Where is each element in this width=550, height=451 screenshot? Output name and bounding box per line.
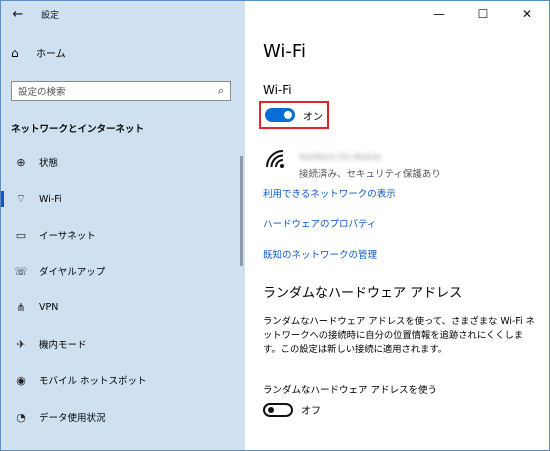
airplane-icon: ✈: [16, 337, 26, 351]
hardware-properties-link[interactable]: ハードウェアのプロパティ: [263, 216, 376, 230]
page-title: Wi-Fi: [263, 41, 306, 62]
wifi-toggle-label: オン: [303, 111, 323, 123]
minimize-button[interactable]: —: [417, 1, 461, 27]
search-placeholder: 設定の検索: [18, 87, 66, 98]
home-label: ホーム: [36, 49, 66, 60]
maximize-button[interactable]: ☐: [461, 1, 505, 27]
sidebar-item-vpn[interactable]: ⋔ VPN: [1, 296, 245, 318]
data-usage-icon: ◔: [16, 410, 26, 424]
sidebar-item-label: イーサネット: [39, 231, 96, 242]
network-name: NetWork-5G-Mobile: [299, 153, 382, 163]
sidebar-item-airplane-mode[interactable]: ✈ 機内モード: [1, 333, 245, 355]
ethernet-icon: ▭: [15, 228, 27, 242]
home-icon: ⌂: [11, 45, 19, 60]
show-available-networks-link[interactable]: 利用できるネットワークの表示: [263, 186, 396, 200]
sidebar-item-label: VPN: [39, 301, 59, 313]
sidebar-item-label: データ使用状況: [39, 413, 106, 424]
window-title: 設定: [41, 10, 60, 21]
sidebar-item-status[interactable]: ⊕ 状態: [1, 151, 245, 173]
settings-window: ← 設定 ⌂ ホーム 設定の検索 ⌕ ネットワークとインターネット ⊕ 状態 ⌔…: [0, 0, 550, 451]
random-address-toggle-state: オフ: [301, 406, 321, 417]
vpn-icon: ⋔: [16, 300, 26, 314]
sidebar-item-label: Wi-Fi: [39, 193, 62, 205]
network-text: NetWork-5G-Mobile 接続済み、セキュリティ保護あり: [299, 149, 441, 180]
random-address-toggle-title: ランダムなハードウェア アドレスを使う: [263, 385, 438, 396]
network-status: 接続済み、セキュリティ保護あり: [299, 169, 441, 180]
connected-network[interactable]: NetWork-5G-Mobile 接続済み、セキュリティ保護あり: [265, 149, 441, 180]
toggle-knob: [284, 111, 292, 119]
window-controls: — ☐ ✕: [417, 1, 549, 27]
sidebar-item-label: モバイル ホットスポット: [39, 376, 147, 387]
wifi-heading: Wi-Fi: [263, 83, 292, 97]
sidebar: ← 設定 ⌂ ホーム 設定の検索 ⌕ ネットワークとインターネット ⊕ 状態 ⌔…: [1, 1, 245, 450]
wifi-signal-icon: [265, 149, 289, 180]
dialup-icon: ☏: [14, 264, 28, 278]
random-address-description: ランダムなハードウェア アドレスを使って、さまざまな Wi-Fi ネットワークへ…: [263, 316, 535, 355]
random-address-toggle-row: オフ: [263, 402, 321, 417]
sidebar-item-label: ダイヤルアップ: [39, 267, 106, 278]
toggle-knob: [268, 406, 274, 413]
title-bar: ← 設定: [1, 1, 245, 27]
settings-search-input[interactable]: 設定の検索 ⌕: [11, 81, 231, 101]
globe-icon: ⊕: [16, 155, 26, 169]
sidebar-item-label: 機内モード: [39, 340, 87, 351]
sidebar-item-data-usage[interactable]: ◔ データ使用状況: [1, 406, 245, 428]
home-nav-item[interactable]: ⌂ ホーム: [11, 45, 66, 61]
sidebar-item-mobile-hotspot[interactable]: ◉ モバイル ホットスポット: [1, 369, 245, 391]
main-content: — ☐ ✕ Wi-Fi Wi-Fi オン NetWork-5G-Mobile 接…: [245, 1, 549, 450]
sidebar-item-wifi[interactable]: ⌔ Wi-Fi: [1, 188, 245, 210]
close-button[interactable]: ✕: [505, 1, 549, 27]
selection-indicator: [1, 191, 4, 207]
random-address-toggle[interactable]: [263, 402, 293, 417]
random-address-heading: ランダムなハードウェア アドレス: [263, 286, 463, 301]
search-icon[interactable]: ⌕: [218, 84, 224, 98]
back-arrow-icon[interactable]: ←: [5, 7, 31, 22]
hotspot-icon: ◉: [16, 373, 26, 387]
wifi-toggle[interactable]: [265, 108, 295, 122]
sidebar-scrollbar[interactable]: [240, 156, 243, 266]
sidebar-item-dialup[interactable]: ☏ ダイヤルアップ: [1, 260, 245, 282]
manage-known-networks-link[interactable]: 既知のネットワークの管理: [263, 247, 377, 261]
wifi-icon: ⌔: [15, 192, 27, 205]
sidebar-item-label: 状態: [39, 158, 59, 169]
sidebar-section-title: ネットワークとインターネット: [11, 124, 145, 135]
wifi-toggle-highlight: オン: [259, 101, 329, 129]
sidebar-item-ethernet[interactable]: ▭ イーサネット: [1, 224, 245, 246]
